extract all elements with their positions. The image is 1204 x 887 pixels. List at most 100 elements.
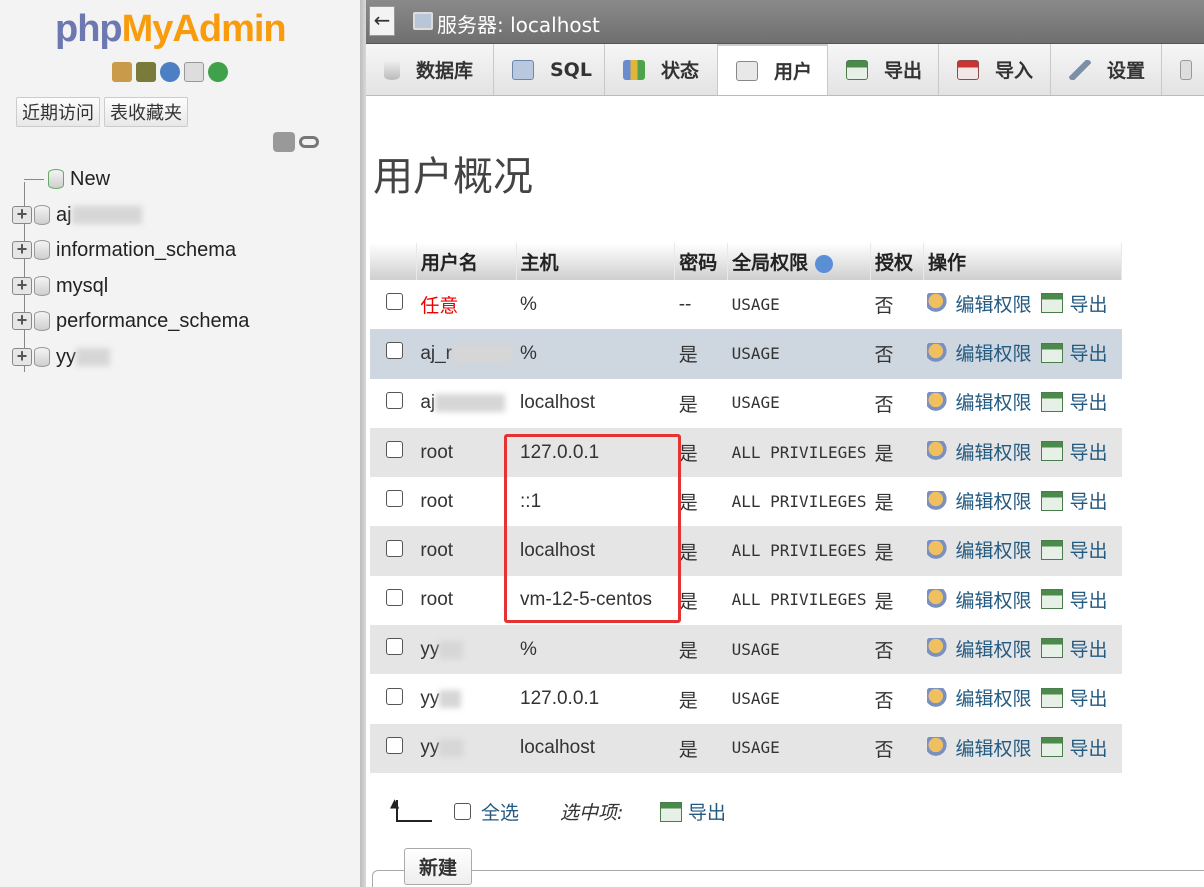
- tab-more[interactable]: [1162, 44, 1204, 95]
- expand-icon[interactable]: +: [12, 240, 32, 259]
- password-cell: 是: [674, 526, 728, 576]
- help-icon[interactable]: [814, 254, 833, 273]
- export-selected-button[interactable]: 导出: [660, 798, 726, 825]
- user-name-cell: root: [416, 477, 517, 527]
- edit-privileges-link[interactable]: 编辑权限: [927, 487, 1031, 514]
- tab-import[interactable]: 导入: [939, 44, 1051, 95]
- row-checkbox[interactable]: [386, 293, 403, 311]
- reload-icon[interactable]: [208, 62, 228, 82]
- server-breadcrumb[interactable]: 服务器: localhost: [437, 9, 600, 38]
- export-user-link[interactable]: 导出: [1041, 290, 1108, 317]
- actions-cell: 编辑权限 导出: [923, 526, 1122, 576]
- new-user-fieldset: [372, 870, 1204, 887]
- table-row[interactable]: yy 127.0.0.1 是 USAGE 否编辑权限 导出: [370, 674, 1122, 724]
- home-icon[interactable]: [112, 62, 132, 82]
- grant-cell: 是: [870, 526, 924, 576]
- tab-databases[interactable]: 数据库: [366, 44, 494, 95]
- row-checkbox[interactable]: [386, 342, 403, 360]
- edit-privileges-link[interactable]: 编辑权限: [927, 684, 1031, 711]
- export-user-link[interactable]: 导出: [1041, 388, 1108, 415]
- tab-export[interactable]: 导出: [828, 44, 939, 95]
- edit-privileges-link[interactable]: 编辑权限: [927, 734, 1031, 761]
- user-name-cell: 任意: [416, 280, 517, 330]
- row-checkbox[interactable]: [386, 588, 403, 606]
- header-grant[interactable]: 授权: [870, 243, 924, 280]
- select-all-checkbox[interactable]: [454, 803, 471, 820]
- link-icon[interactable]: [299, 136, 319, 148]
- table-row[interactable]: aj_r% 是 USAGE 否编辑权限 导出: [370, 329, 1122, 379]
- export-icon: [1041, 490, 1064, 511]
- edit-privileges-link[interactable]: 编辑权限: [927, 388, 1031, 415]
- row-checkbox[interactable]: [386, 441, 403, 459]
- tree-item-performance-schema[interactable]: + performance_schema: [12, 307, 249, 335]
- edit-privileges-link[interactable]: 编辑权限: [927, 290, 1031, 317]
- tab-status[interactable]: 状态: [605, 44, 718, 95]
- table-row[interactable]: root::1 是 ALL PRIVILEGES 是编辑权限 导出: [370, 477, 1122, 527]
- collapse-all-icon[interactable]: [273, 132, 295, 152]
- header-password[interactable]: 密码: [674, 243, 729, 280]
- tab-recent[interactable]: 近期访问: [16, 97, 100, 127]
- table-row[interactable]: yy localhost 是 USAGE 否编辑权限 导出: [370, 723, 1122, 773]
- tab-favorites[interactable]: 表收藏夹: [104, 97, 188, 127]
- row-checkbox[interactable]: [386, 687, 403, 705]
- row-checkbox[interactable]: [386, 736, 403, 754]
- help-icon[interactable]: [160, 62, 180, 82]
- edit-privileges-link[interactable]: 编辑权限: [927, 438, 1031, 465]
- tree-item-new[interactable]: New: [24, 165, 110, 193]
- row-checkbox[interactable]: [386, 391, 403, 409]
- new-user-legend: 新建: [404, 848, 473, 885]
- export-user-link[interactable]: 导出: [1041, 438, 1108, 465]
- user-rows: 任意% -- USAGE 否编辑权限 导出 aj_r% 是 USAGE 否编辑权限 导出 aj loc…: [370, 280, 1122, 773]
- select-all[interactable]: 全选: [454, 798, 519, 825]
- table-row[interactable]: root vm-12-5-centos 是 ALL PRIVILEGES 是编辑权限 导出: [370, 575, 1122, 626]
- password-cell: 是: [674, 427, 728, 478]
- tab-sql[interactable]: SQL: [494, 44, 605, 95]
- edit-privileges-link[interactable]: 编辑权限: [927, 536, 1031, 563]
- header-global-privileges[interactable]: 全局权限: [727, 243, 871, 280]
- tree-item-yy[interactable]: + yy: [12, 343, 110, 371]
- actions-cell: 编辑权限 导出: [923, 575, 1122, 626]
- export-user-link[interactable]: 导出: [1041, 684, 1108, 711]
- table-row[interactable]: yy% 是 USAGE 否编辑权限 导出: [370, 625, 1122, 675]
- row-checkbox[interactable]: [386, 539, 403, 557]
- grant-cell: 否: [870, 329, 924, 379]
- tree-item-mysql[interactable]: + mysql: [12, 272, 108, 300]
- row-checkbox[interactable]: [386, 490, 403, 508]
- docs-icon[interactable]: [184, 62, 204, 82]
- table-row[interactable]: root 127.0.0.1 是 ALL PRIVILEGES 是编辑权限 导出: [370, 427, 1122, 478]
- logout-icon[interactable]: [136, 62, 156, 82]
- edit-privileges-icon: [927, 441, 950, 462]
- row-checkbox[interactable]: [386, 638, 403, 656]
- export-user-link[interactable]: 导出: [1041, 586, 1108, 613]
- export-user-link[interactable]: 导出: [1041, 487, 1108, 514]
- global-privileges-cell: USAGE: [727, 674, 871, 724]
- select-all-label[interactable]: 全选: [481, 798, 519, 825]
- expand-icon[interactable]: +: [12, 276, 32, 295]
- header-user[interactable]: 用户名: [416, 243, 517, 280]
- header-host[interactable]: 主机: [516, 243, 676, 280]
- server-bar: ← 服务器: localhost: [366, 0, 1204, 44]
- export-user-link[interactable]: 导出: [1041, 635, 1108, 662]
- expand-icon[interactable]: +: [12, 311, 32, 330]
- panel-resizer[interactable]: [360, 0, 366, 887]
- tab-settings[interactable]: 设置: [1051, 44, 1162, 95]
- tab-users[interactable]: 用户: [718, 44, 828, 95]
- edit-privileges-link[interactable]: 编辑权限: [927, 586, 1031, 613]
- export-user-link[interactable]: 导出: [1041, 339, 1108, 366]
- tree-item-aj[interactable]: + aj: [12, 201, 142, 229]
- expand-icon[interactable]: +: [12, 205, 32, 224]
- edit-privileges-link[interactable]: 编辑权限: [927, 635, 1031, 662]
- export-user-link[interactable]: 导出: [1041, 734, 1108, 761]
- table-row[interactable]: root localhost 是 ALL PRIVILEGES 是编辑权限 导出: [370, 526, 1122, 576]
- expand-icon[interactable]: +: [12, 347, 32, 366]
- table-row[interactable]: aj localhost 是 USAGE 否编辑权限 导出: [370, 378, 1122, 428]
- table-row[interactable]: 任意% -- USAGE 否编辑权限 导出: [370, 280, 1122, 330]
- user-name-cell: yy: [416, 674, 517, 724]
- tree-item-information-schema[interactable]: + information_schema: [12, 236, 236, 264]
- global-privileges-cell: ALL PRIVILEGES: [727, 427, 871, 478]
- export-icon: [1041, 539, 1064, 560]
- export-user-link[interactable]: 导出: [1041, 536, 1108, 563]
- collapse-nav-button[interactable]: ←: [369, 6, 395, 36]
- phpmyadmin-logo[interactable]: phpMyAdmin: [55, 8, 287, 51]
- edit-privileges-link[interactable]: 编辑权限: [927, 339, 1031, 366]
